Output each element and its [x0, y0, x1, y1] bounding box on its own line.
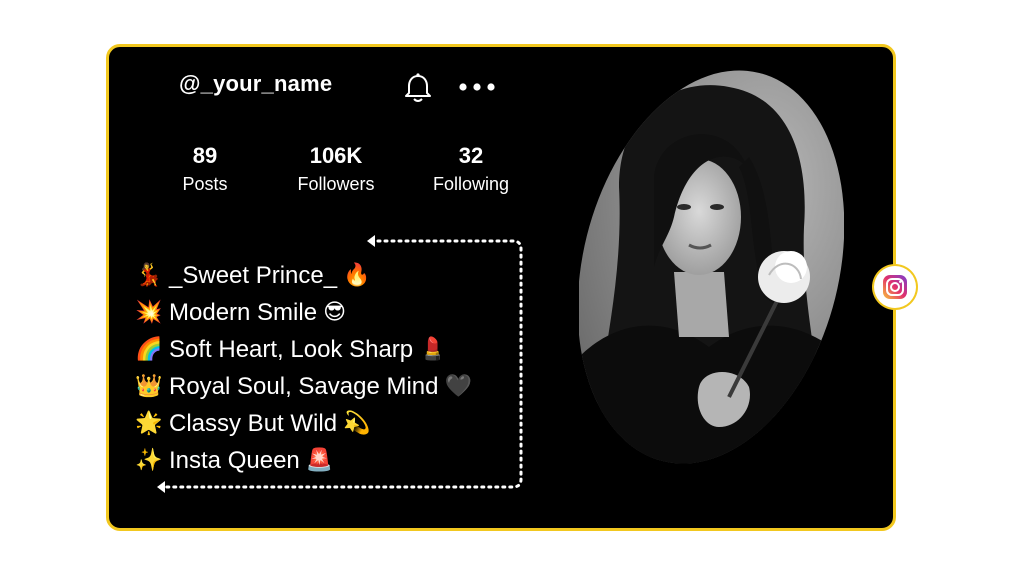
bio-line: 👑 Royal Soul, Savage Mind 🖤 [135, 368, 515, 405]
star-emoji-icon: 🌟 [135, 411, 163, 436]
bio-text: Classy But Wild [169, 409, 338, 437]
siren-emoji-icon: 🚨 [305, 448, 334, 473]
followers-label: Followers [297, 174, 375, 194]
bio-text: _Sweet Prince_ [169, 261, 338, 289]
profile-photo[interactable] [579, 67, 844, 467]
rainbow-emoji-icon: 🌈 [135, 337, 163, 362]
following-count: 32 [458, 143, 484, 168]
profile-card: @_your_name 89 Posts 106K Followers 32 F… [106, 44, 896, 531]
posts-label: Posts [182, 174, 228, 194]
username[interactable]: @_your_name [179, 71, 332, 97]
stat-following[interactable]: 32 Following [419, 143, 523, 197]
bell-icon[interactable] [401, 71, 435, 105]
bio-line: 🌈 Soft Heart, Look Sharp 💄 [135, 331, 515, 368]
sunglasses-emoji-icon: 😎 [323, 300, 346, 325]
following-label: Following [432, 174, 510, 194]
bio-line: 💃 _Sweet Prince_ 🔥 [135, 257, 515, 294]
sparkles-emoji-icon: ✨ [135, 448, 163, 473]
dizzy-emoji-icon: 💫 [343, 411, 371, 436]
stat-posts[interactable]: 89 Posts [165, 143, 245, 197]
bio: 💃 _Sweet Prince_ 🔥 💥 Modern Smile 😎 🌈 So… [135, 257, 515, 479]
black-heart-emoji-icon: 🖤 [444, 374, 472, 399]
followers-count: 106K [309, 143, 363, 168]
more-options-icon[interactable] [457, 79, 497, 95]
bio-line: 🌟 Classy But Wild 💫 [135, 405, 515, 442]
bio-text: Soft Heart, Look Sharp [169, 335, 414, 363]
collision-emoji-icon: 💥 [135, 300, 163, 325]
stat-followers[interactable]: 106K Followers [281, 143, 391, 197]
bio-line: ✨ Insta Queen 🚨 [135, 442, 515, 479]
lipstick-emoji-icon: 💄 [419, 337, 447, 362]
posts-count: 89 [192, 143, 218, 168]
bio-text: Modern Smile [169, 298, 318, 326]
bio-text: Royal Soul, Savage Mind [169, 372, 439, 400]
dancer-emoji-icon: 💃 [135, 263, 163, 288]
fire-emoji-icon: 🔥 [343, 263, 371, 288]
crown-emoji-icon: 👑 [135, 374, 163, 399]
bio-line: 💥 Modern Smile 😎 [135, 294, 515, 331]
bio-text: Insta Queen [169, 446, 300, 474]
instagram-icon[interactable] [874, 266, 916, 308]
